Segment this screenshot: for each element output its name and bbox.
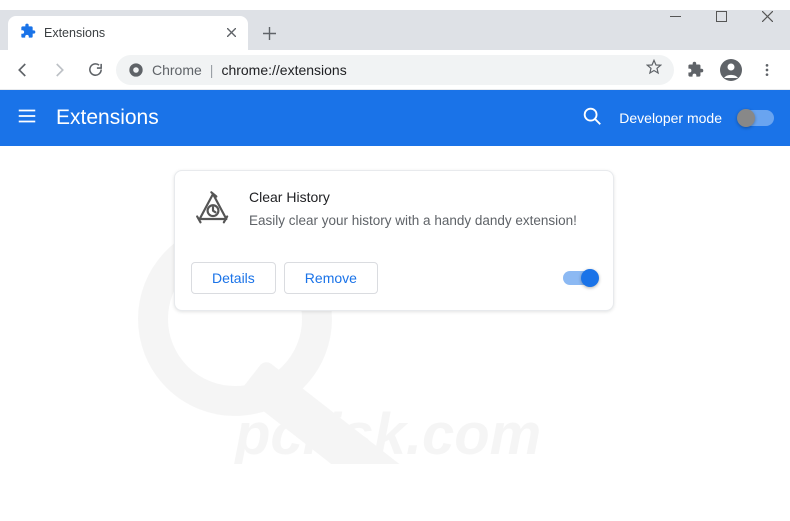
browser-tab[interactable]: Extensions <box>8 16 248 50</box>
close-icon <box>227 28 236 37</box>
puzzle-icon <box>20 23 36 44</box>
maximize-button[interactable] <box>698 0 744 32</box>
close-icon <box>762 11 773 22</box>
reload-icon <box>87 61 104 78</box>
page-title: Extensions <box>56 106 159 130</box>
minimize-icon <box>670 16 681 17</box>
chrome-product-icon <box>128 62 144 78</box>
extension-name: Clear History <box>249 189 577 205</box>
close-window-button[interactable] <box>744 0 790 32</box>
tab-title: Extensions <box>44 26 219 40</box>
search-icon <box>581 105 603 127</box>
bookmark-button[interactable] <box>646 59 662 80</box>
star-icon <box>646 59 662 75</box>
omnibox-scheme-label: Chrome <box>152 62 202 78</box>
new-tab-button[interactable] <box>254 18 284 48</box>
extensions-button[interactable] <box>680 55 710 85</box>
puzzle-icon <box>687 61 704 78</box>
recycle-clock-icon <box>193 189 233 229</box>
extension-icon <box>193 189 233 229</box>
plus-icon <box>263 27 276 40</box>
remove-button[interactable]: Remove <box>284 262 378 294</box>
browser-toolbar: Chrome | chrome://extensions <box>0 50 790 90</box>
tab-close-button[interactable] <box>227 24 236 42</box>
omnibox-url: chrome://extensions <box>221 62 346 78</box>
window-controls <box>652 0 790 32</box>
omnibox-separator: | <box>210 62 214 78</box>
arrow-left-icon <box>14 61 32 79</box>
back-button[interactable] <box>8 55 38 85</box>
dots-vertical-icon <box>759 62 775 78</box>
profile-button[interactable] <box>716 55 746 85</box>
maximize-icon <box>716 11 727 22</box>
developer-mode-label: Developer mode <box>619 110 722 126</box>
minimize-button[interactable] <box>652 0 698 32</box>
avatar-icon <box>719 58 743 82</box>
extension-description: Easily clear your history with a handy d… <box>249 211 577 231</box>
reload-button[interactable] <box>80 55 110 85</box>
extension-card: Clear History Easily clear your history … <box>174 170 614 311</box>
arrow-right-icon <box>50 61 68 79</box>
extension-enable-toggle[interactable] <box>563 271 597 285</box>
extensions-header: Extensions Developer mode <box>0 90 790 146</box>
address-bar[interactable]: Chrome | chrome://extensions <box>116 55 674 85</box>
details-button[interactable]: Details <box>191 262 276 294</box>
extensions-content: pcrisk.com Clear History Easily clear yo… <box>0 146 790 521</box>
main-menu-button[interactable] <box>16 105 38 132</box>
forward-button[interactable] <box>44 55 74 85</box>
svg-text:pcrisk.com: pcrisk.com <box>233 402 541 464</box>
developer-mode-toggle[interactable] <box>738 110 774 126</box>
search-extensions-button[interactable] <box>581 105 603 132</box>
hamburger-icon <box>16 105 38 127</box>
menu-button[interactable] <box>752 55 782 85</box>
